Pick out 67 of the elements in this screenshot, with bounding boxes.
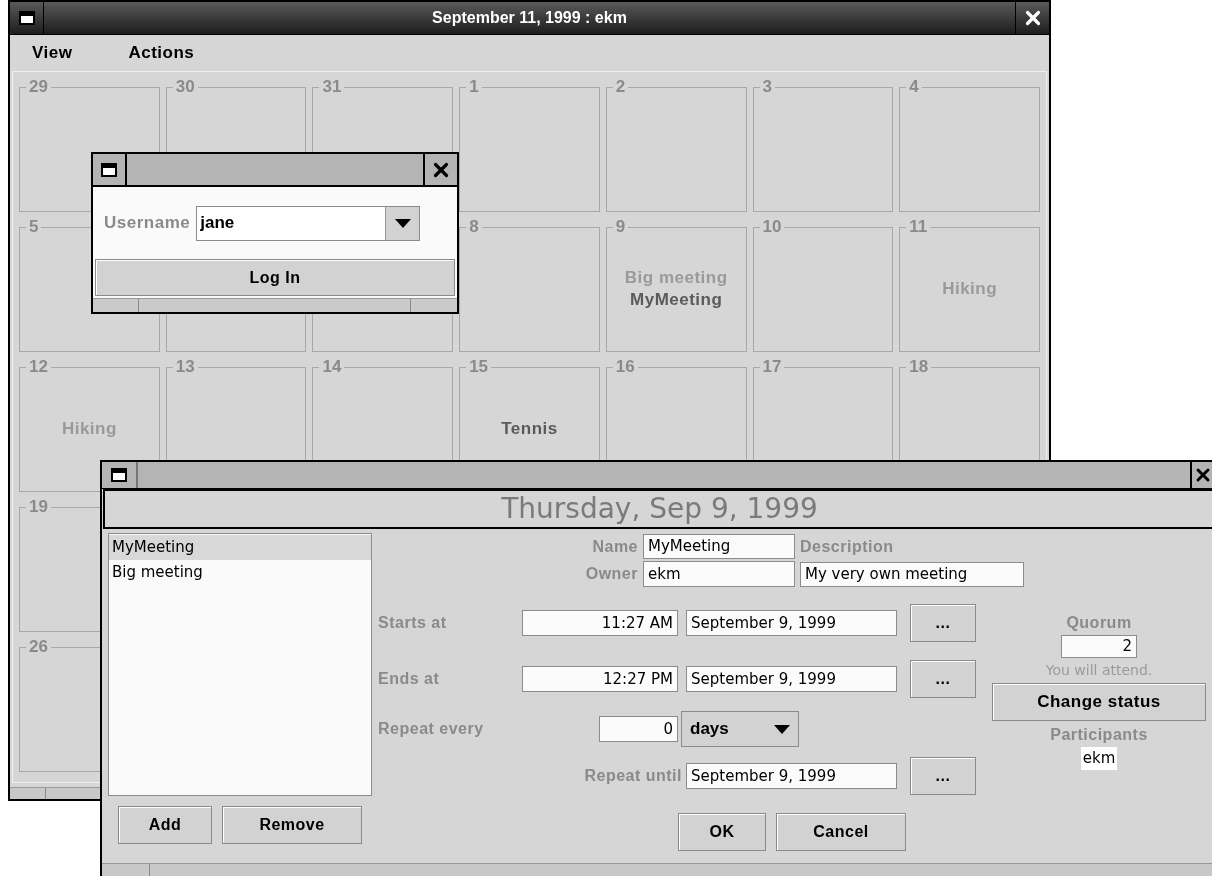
date-picker-button[interactable]: ...: [910, 757, 976, 796]
field-label: Ends at: [377, 669, 441, 690]
event-title[interactable]: MyMeeting: [630, 288, 723, 311]
day-number: 1: [468, 78, 480, 96]
date-field[interactable]: September 9, 1999: [686, 610, 897, 637]
day-number: 31: [321, 78, 343, 96]
caret-icon: [394, 218, 411, 228]
day-number: 3: [761, 78, 774, 96]
window-menu-icon[interactable]: [101, 162, 117, 177]
date-heading: Thursday, Sep 9, 1999: [103, 489, 1212, 530]
add-button[interactable]: Add: [118, 806, 212, 845]
date-picker-button[interactable]: ...: [910, 660, 976, 699]
change-status-button[interactable]: Change status: [992, 683, 1206, 722]
quorum-field[interactable]: 2: [1061, 635, 1137, 659]
day-number: 18: [908, 358, 930, 376]
day-number: 13: [174, 358, 196, 376]
event-title[interactable]: Tennis: [501, 417, 558, 440]
day-cell[interactable]: 9 Big meeting MyMeeting: [605, 218, 747, 352]
remove-button[interactable]: Remove: [222, 806, 362, 845]
ok-button[interactable]: OK: [678, 813, 766, 852]
day-number: 14: [321, 358, 343, 376]
field-label: Repeat every: [377, 719, 485, 740]
caret-icon: [774, 724, 790, 734]
participant: ekm: [1080, 747, 1118, 770]
time-field[interactable]: 11:27 AM: [522, 610, 678, 637]
day-number: 2: [614, 78, 627, 96]
window-menu-icon[interactable]: [18, 11, 35, 25]
meeting-list[interactable]: MyMeeting Big meeting: [108, 533, 372, 797]
day-number: 9: [614, 218, 627, 236]
day-number: 30: [174, 78, 196, 96]
login-button[interactable]: Log In: [95, 259, 455, 296]
repeat-count-field[interactable]: 0: [599, 716, 678, 743]
date-field[interactable]: September 9, 1999: [686, 666, 897, 693]
field-label: Quorum: [1066, 613, 1132, 634]
repeat-unit-dropdown[interactable]: days: [681, 711, 799, 748]
day-number: 19: [28, 498, 49, 516]
description-field[interactable]: My very own meeting: [800, 561, 1024, 587]
day-number: 10: [761, 218, 783, 236]
day-number: 5: [28, 218, 40, 236]
day-number: 12: [28, 358, 49, 376]
day-number: 8: [468, 218, 480, 236]
day-number: 15: [468, 358, 490, 376]
day-number: 11: [908, 218, 929, 236]
day-number: 4: [908, 78, 920, 96]
field-label: Description: [800, 536, 895, 557]
field-label: Participants: [1050, 725, 1148, 746]
owner-field[interactable]: ekm: [643, 561, 795, 588]
field-label: Repeat until: [583, 766, 683, 787]
window-menu-icon[interactable]: [111, 468, 127, 482]
cancel-button[interactable]: Cancel: [776, 813, 906, 852]
day-number: 26: [28, 638, 49, 656]
window-title: September 11, 1999 : ekm: [431, 8, 628, 28]
field-label: Starts at: [377, 613, 448, 634]
name-field[interactable]: MyMeeting: [643, 534, 795, 560]
day-number: 17: [761, 358, 783, 376]
time-field[interactable]: 12:27 PM: [522, 666, 678, 693]
list-item[interactable]: MyMeeting: [109, 535, 371, 561]
menu-item[interactable]: View: [32, 40, 73, 66]
attendance-note: You will attend.: [1045, 661, 1153, 681]
date-field[interactable]: September 9, 1999: [686, 763, 897, 790]
menu-item[interactable]: Actions: [128, 40, 195, 66]
username-combo[interactable]: jane: [196, 205, 421, 241]
date-picker-button[interactable]: ...: [910, 604, 976, 643]
day-number: 29: [28, 78, 49, 96]
field-label: Owner: [585, 564, 638, 585]
field-label: Name: [592, 536, 638, 557]
day-number: 16: [614, 358, 636, 376]
